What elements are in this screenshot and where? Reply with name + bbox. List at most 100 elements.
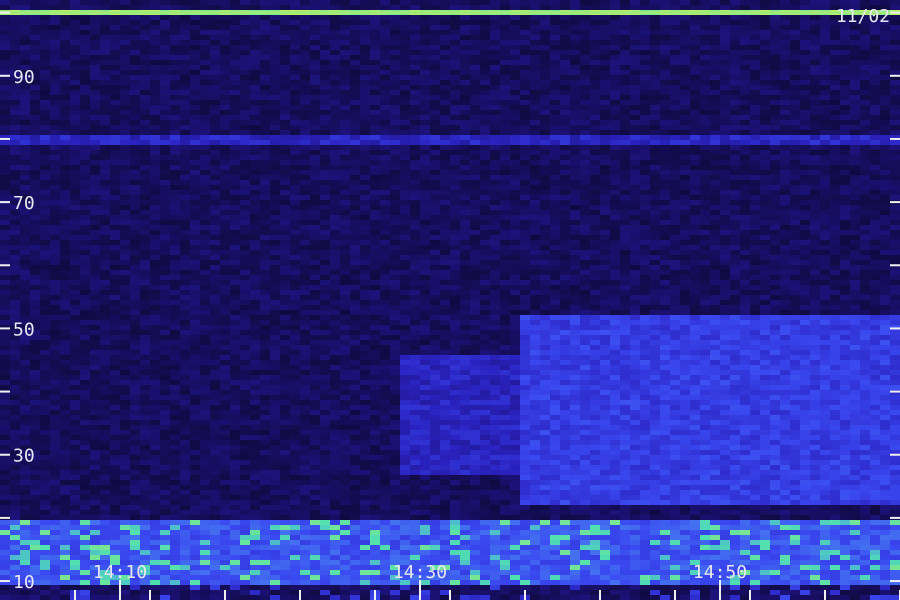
heatmap-cell xyxy=(220,170,230,175)
heatmap-cell xyxy=(260,150,270,155)
heatmap-cell xyxy=(490,65,500,70)
heatmap-cell xyxy=(680,50,690,55)
heatmap-cell xyxy=(390,190,400,195)
heatmap-cell xyxy=(290,175,300,180)
heatmap-cell xyxy=(120,0,130,5)
heatmap-cell xyxy=(610,90,620,95)
heatmap-cell xyxy=(650,135,660,140)
heatmap-cell xyxy=(890,85,900,90)
heatmap-cell xyxy=(180,245,190,250)
heatmap-cell xyxy=(570,110,580,115)
heatmap-cell xyxy=(610,135,620,140)
heatmap-cell xyxy=(400,100,410,105)
heatmap-cell xyxy=(580,65,590,70)
heatmap-cell xyxy=(860,60,870,65)
heatmap-cell xyxy=(200,230,210,235)
heatmap-cell xyxy=(660,205,670,210)
heatmap-cell xyxy=(210,130,220,135)
heatmap-cell xyxy=(380,275,390,280)
heatmap-cell xyxy=(30,230,40,235)
heatmap-cell xyxy=(520,65,530,70)
heatmap-cell xyxy=(110,185,120,190)
heatmap-cell xyxy=(740,170,750,175)
heatmap-cell xyxy=(590,45,600,50)
heatmap-cell xyxy=(790,150,800,155)
heatmap-cell xyxy=(360,140,370,145)
heatmap-cell xyxy=(790,215,800,220)
heatmap-cell xyxy=(20,30,30,35)
heatmap-cell xyxy=(870,45,880,50)
heatmap-cell xyxy=(370,150,380,155)
heatmap-cell xyxy=(270,190,280,195)
heatmap-cell xyxy=(430,65,440,70)
heatmap-cell xyxy=(190,125,200,130)
heatmap-cell xyxy=(860,70,870,75)
heatmap-cell xyxy=(160,125,170,130)
heatmap-cell xyxy=(730,205,740,210)
heatmap-cell xyxy=(770,230,780,235)
heatmap-cell xyxy=(390,170,400,175)
heatmap-cell xyxy=(310,210,320,215)
heatmap-cell xyxy=(450,160,460,165)
heatmap-cell xyxy=(570,140,580,145)
heatmap-cell xyxy=(890,210,900,215)
heatmap-cell xyxy=(870,105,880,110)
heatmap-cell xyxy=(440,80,450,85)
heatmap-cell xyxy=(340,120,350,125)
heatmap-cell xyxy=(430,120,440,125)
heatmap-cell xyxy=(220,5,230,10)
heatmap-cell xyxy=(30,120,40,125)
heatmap-cell xyxy=(60,205,70,210)
heatmap-cell xyxy=(370,160,380,165)
heatmap-cell xyxy=(540,160,550,165)
heatmap-cell xyxy=(70,195,80,200)
heatmap-cell xyxy=(630,215,640,220)
heatmap-cell xyxy=(660,55,670,60)
heatmap-cell xyxy=(140,65,150,70)
heatmap-cell xyxy=(220,0,230,5)
heatmap-cell xyxy=(560,230,570,235)
heatmap-cell xyxy=(350,100,360,105)
heatmap-cell xyxy=(770,55,780,60)
heatmap-cell xyxy=(880,30,890,35)
heatmap-cell xyxy=(40,75,50,80)
heatmap-cell xyxy=(570,220,580,225)
heatmap-cell xyxy=(450,100,460,105)
heatmap-cell xyxy=(770,220,780,225)
heatmap-cell xyxy=(300,30,310,35)
heatmap-cell xyxy=(670,115,680,120)
heatmap-cell xyxy=(640,185,650,190)
heatmap-cell xyxy=(480,80,490,85)
heatmap-cell xyxy=(50,180,60,185)
heatmap-cell xyxy=(240,95,250,100)
heatmap-cell xyxy=(410,240,420,245)
heatmap-cell xyxy=(90,155,100,160)
heatmap-cell xyxy=(320,205,330,210)
heatmap-cell xyxy=(710,120,720,125)
heatmap-cell xyxy=(800,145,810,150)
heatmap-cell xyxy=(170,235,180,240)
heatmap-cell xyxy=(770,260,780,265)
heatmap-cell xyxy=(440,140,450,145)
heatmap-cell xyxy=(580,175,590,180)
heatmap-cell xyxy=(370,225,380,230)
heatmap-cell xyxy=(170,160,180,165)
heatmap-cell xyxy=(130,45,140,50)
heatmap-cell xyxy=(760,170,770,175)
heatmap-cell xyxy=(160,200,170,205)
heatmap-cell xyxy=(870,115,880,120)
heatmap-cell xyxy=(780,40,790,45)
heatmap-cell xyxy=(340,115,350,120)
heatmap-cell xyxy=(10,55,20,60)
heatmap-cell xyxy=(50,265,60,270)
heatmap-cell xyxy=(20,100,30,105)
heatmap-cell xyxy=(620,120,630,125)
heatmap-cell xyxy=(500,80,510,85)
heatmap-cell xyxy=(860,210,870,215)
heatmap-cell xyxy=(230,175,240,180)
heatmap-cell xyxy=(40,30,50,35)
heatmap-cell xyxy=(330,45,340,50)
heatmap-cell xyxy=(200,140,210,145)
heatmap-cell xyxy=(450,270,460,275)
heatmap-cell xyxy=(800,230,810,235)
